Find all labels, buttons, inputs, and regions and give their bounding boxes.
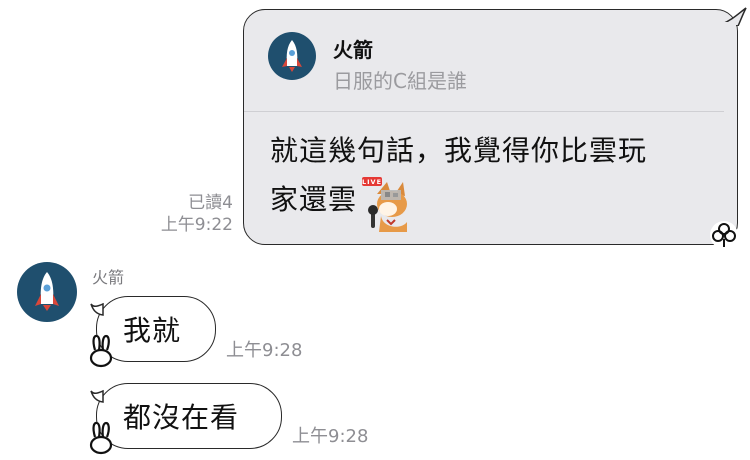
read-status: 已讀4 <box>188 193 233 213</box>
rocket-avatar-icon[interactable] <box>17 262 77 322</box>
quoted-message-text[interactable]: 日服的C組是誰 <box>333 65 467 94</box>
message-time: 上午9:28 <box>226 340 303 361</box>
clover-reaction-icon[interactable] <box>709 220 739 250</box>
message-time: 上午9:28 <box>292 426 369 447</box>
message-time: 上午9:22 <box>160 215 233 235</box>
bunny-reaction-icon[interactable] <box>88 334 114 368</box>
incoming-message-bubble[interactable]: 都沒在看 <box>96 383 282 449</box>
message-text: 我就 <box>123 314 182 347</box>
bubble-tail <box>90 302 104 316</box>
outgoing-message-text: 就這幾句話，我覺得你比雲玩 家還雲 LIVE <box>270 130 720 232</box>
bubble-tail <box>90 389 104 403</box>
rocket-avatar-icon <box>268 32 316 80</box>
bunny-reaction-icon[interactable] <box>88 421 114 455</box>
message-line-2: 家還雲 <box>270 183 358 216</box>
message-text: 都沒在看 <box>123 401 240 434</box>
quote-divider <box>244 111 724 112</box>
outgoing-meta: 已讀4 上午9:22 <box>161 192 233 236</box>
outgoing-message-bubble[interactable]: 火箭 日服的C組是誰 就這幾句話，我覺得你比雲玩 家還雲 LIVE <box>243 9 738 245</box>
live-badge: LIVE <box>362 178 382 186</box>
bubble-tail <box>722 7 747 26</box>
incoming-message-bubble[interactable]: 我就 <box>96 296 216 362</box>
message-line-1: 就這幾句話，我覺得你比雲玩 <box>270 134 648 167</box>
sender-name: 火箭 <box>92 268 125 287</box>
quoted-sender-name: 火箭 <box>333 38 373 62</box>
fox-streamer-sticker-icon[interactable]: LIVE <box>361 176 415 232</box>
